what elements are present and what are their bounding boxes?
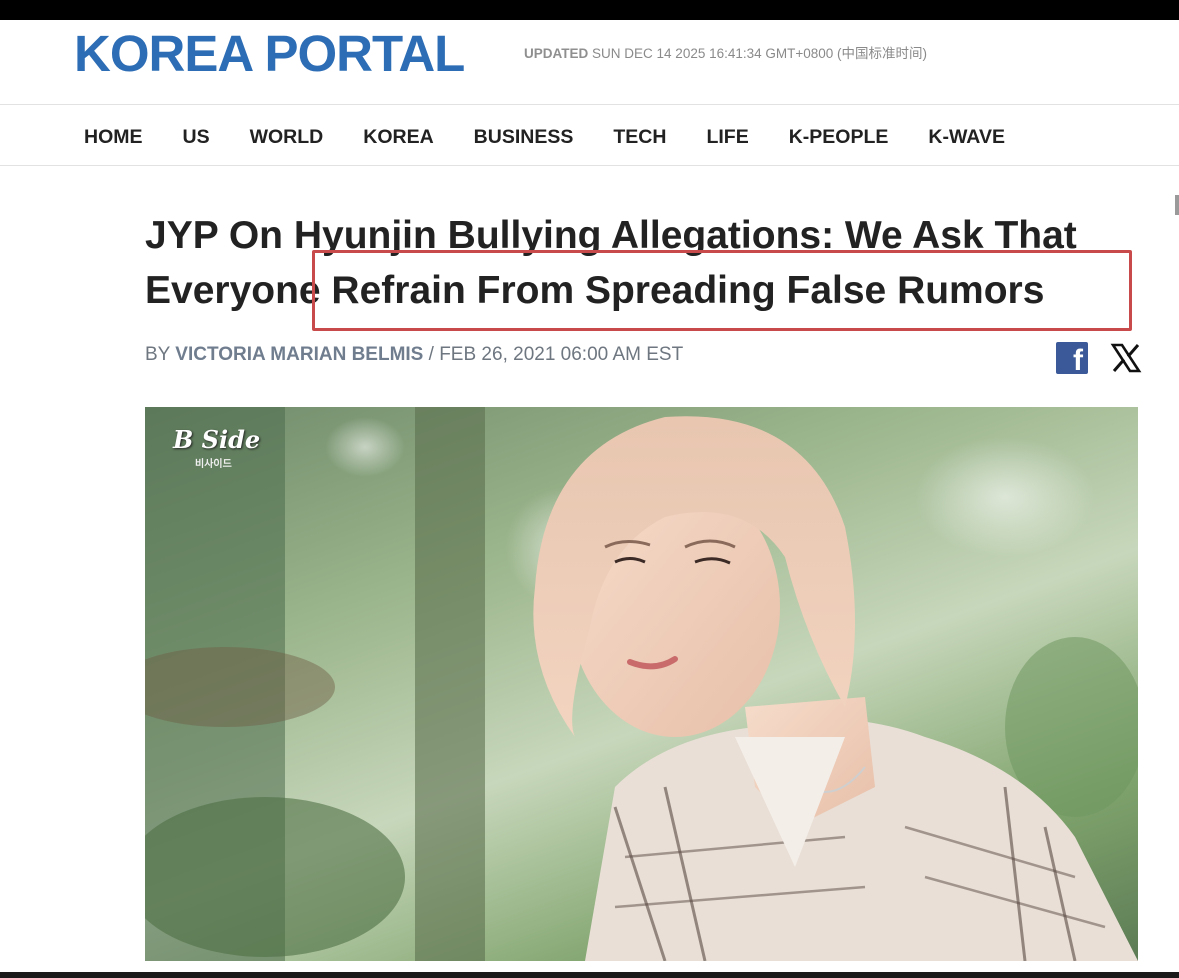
bside-watermark-sub: 비사이드 [195, 459, 232, 470]
nav-item-life[interactable]: LIFE [706, 126, 748, 149]
article-hero-image: B Side 비사이드 [145, 407, 1138, 961]
author-link[interactable]: VICTORIA MARIAN BELMIS [175, 344, 423, 365]
hero-illustration [145, 407, 1138, 961]
bside-watermark-logo: B Side [173, 425, 261, 454]
site-header: KOREA PORTAL UPDATED SUN DEC 14 2025 16:… [0, 20, 1179, 105]
facebook-icon[interactable]: f [1056, 342, 1088, 376]
highlight-annotation-box [312, 250, 1132, 331]
scrollbar-edge[interactable] [1175, 195, 1179, 215]
nav-item-us[interactable]: US [183, 126, 210, 149]
site-logo[interactable]: KOREA PORTAL [74, 24, 465, 83]
nav-item-tech[interactable]: TECH [613, 126, 666, 149]
article-date: FEB 26, 2021 06:00 AM EST [439, 344, 684, 365]
bottom-black-bar [0, 972, 1179, 978]
share-buttons: f [1056, 342, 1142, 376]
updated-time: SUN DEC 14 2025 16:41:34 GMT+0800 (中国标准时… [592, 46, 928, 61]
nav-item-k-wave[interactable]: K-WAVE [928, 126, 1005, 149]
nav-item-k-people[interactable]: K-PEOPLE [789, 126, 889, 149]
article-byline: BY VICTORIA MARIAN BELMIS / FEB 26, 2021… [145, 344, 683, 366]
main-nav: HOME US WORLD KOREA BUSINESS TECH LIFE K… [0, 106, 1179, 166]
nav-item-world[interactable]: WORLD [250, 126, 324, 149]
nav-item-korea[interactable]: KOREA [363, 126, 433, 149]
updated-label: UPDATED [524, 46, 589, 61]
nav-item-home[interactable]: HOME [84, 126, 143, 149]
x-icon[interactable] [1110, 342, 1142, 374]
updated-timestamp: UPDATED SUN DEC 14 2025 16:41:34 GMT+080… [524, 42, 927, 62]
byline-prefix: BY [145, 344, 171, 365]
top-black-bar [0, 0, 1179, 20]
nav-item-business[interactable]: BUSINESS [474, 126, 574, 149]
byline-separator: / [428, 344, 434, 365]
